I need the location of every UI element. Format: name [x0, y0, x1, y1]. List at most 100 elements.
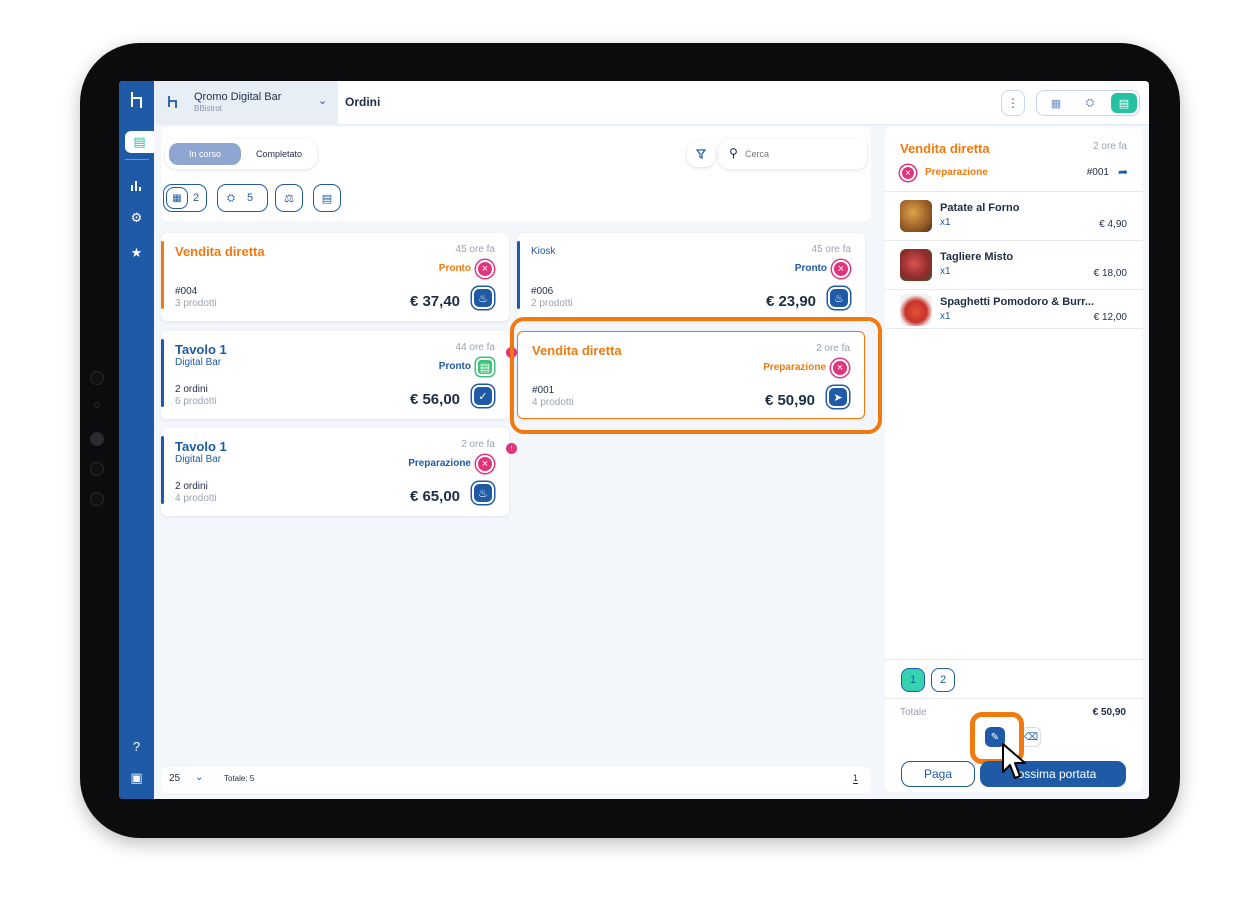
view-book-button[interactable]: ▦: [1043, 93, 1069, 113]
menu-book-icon: ▦: [166, 187, 188, 209]
order-card[interactable]: Tavolo 1 Digital Bar 44 ore fa Pronto ▤ …: [161, 331, 509, 419]
help-icon: ?: [132, 738, 141, 754]
pay-button[interactable]: Paga: [901, 761, 975, 787]
mouse-cursor-icon: [1002, 743, 1026, 779]
status-segment: In corso Completato: [165, 139, 317, 169]
notification-dot: !: [506, 443, 517, 454]
venue-name: Qromo Digital Bar: [194, 91, 282, 103]
bell-action-button[interactable]: ♨: [828, 287, 850, 309]
app-logo-icon: [131, 92, 142, 108]
course-tabs: 1 2: [885, 659, 1143, 699]
sidebar-item-settings[interactable]: ⚙: [123, 207, 150, 229]
item-name: Spaghetti Pomodoro & Burr...: [940, 296, 1095, 308]
order-title: Vendita diretta: [175, 244, 265, 259]
order-price: € 65,00: [409, 488, 460, 505]
receipt-icon[interactable]: ▤: [476, 358, 494, 376]
chip-count: 5: [247, 192, 254, 204]
order-number: #006: [531, 286, 554, 297]
search-box: ⚲: [719, 139, 867, 169]
item-qty: x1: [940, 311, 951, 322]
list-item[interactable]: Spaghetti Pomodoro & Burr... x1 € 12,00: [885, 289, 1143, 329]
orders-icon: ▤: [1118, 97, 1130, 110]
order-price: € 56,00: [409, 391, 460, 408]
cancel-icon[interactable]: ×: [476, 260, 494, 278]
order-source: Kiosk: [531, 246, 556, 257]
order-status: Pronto: [794, 263, 827, 274]
order-status: Pronto: [438, 263, 471, 274]
food-thumbnail: [900, 249, 932, 281]
chip-menu[interactable]: ▦ 2: [163, 184, 207, 212]
tab-in-corso[interactable]: In corso: [169, 143, 241, 165]
sidebar-separator: [125, 159, 149, 160]
tab-completato[interactable]: Completato: [245, 143, 313, 165]
chip-tables[interactable]: ⛭ 5: [217, 184, 268, 212]
order-time: 45 ore fa: [811, 244, 851, 255]
table-icon: ⛭: [1085, 96, 1095, 109]
filter-icon: [696, 149, 706, 159]
bell-action-button[interactable]: ♨: [472, 287, 494, 309]
cancel-icon[interactable]: ×: [476, 455, 494, 473]
search-input[interactable]: [745, 145, 855, 163]
chip-count: 2: [193, 192, 200, 204]
order-time: 45 ore fa: [455, 244, 495, 255]
item-name: Tagliere Misto: [940, 251, 1014, 263]
order-count: 2 ordini: [175, 481, 208, 492]
view-orders-button[interactable]: ▤: [1111, 93, 1137, 113]
list-item[interactable]: Patate al Forno x1 € 4,90: [885, 191, 1143, 240]
thumbs-up-button[interactable]: ✓: [472, 385, 494, 407]
order-card[interactable]: Vendita diretta 45 ore fa Pronto × #004 …: [161, 233, 509, 321]
order-card[interactable]: Tavolo 1 Digital Bar 2 ore fa Preparazio…: [161, 428, 509, 516]
table-icon: ⛭: [227, 192, 235, 204]
book-icon: ▦: [1050, 97, 1062, 110]
order-status: Pronto: [438, 361, 471, 372]
per-page-select[interactable]: 25: [169, 773, 180, 784]
order-card[interactable]: Kiosk 45 ore fa Pronto × #006 2 prodotti…: [517, 233, 865, 321]
cancel-icon[interactable]: ×: [900, 165, 916, 181]
card-accent-bar: [161, 436, 164, 504]
share-icon[interactable]: ➦: [1118, 165, 1128, 179]
chevron-down-icon[interactable]: ⌄: [195, 772, 203, 783]
service-bell-icon: ♨: [478, 487, 488, 500]
order-products: 3 prodotti: [175, 298, 217, 309]
app-screen: ▤ ⚙ ★ ? ▣ Qromo Digital Bar BBistrot ⌄ O…: [119, 81, 1149, 799]
chip-delivery[interactable]: ⚖: [275, 184, 303, 212]
venue-subtitle: BBistrot: [194, 104, 223, 113]
item-price: € 4,90: [1099, 219, 1127, 230]
order-products: 6 prodotti: [175, 396, 217, 407]
settings-icon: ⚙: [130, 210, 143, 225]
sidebar-item-stats[interactable]: [123, 174, 150, 196]
view-table-button[interactable]: ⛭: [1077, 93, 1103, 113]
bell-action-button[interactable]: ♨: [472, 482, 494, 504]
filter-button[interactable]: [687, 141, 715, 167]
card-accent-bar: [517, 241, 520, 309]
cancel-icon[interactable]: ×: [832, 260, 850, 278]
page-link[interactable]: 1: [853, 773, 859, 784]
detail-time: 2 ore fa: [1093, 141, 1127, 152]
service-bell-icon: ♨: [478, 292, 488, 305]
tab-course-1[interactable]: 1: [901, 668, 925, 692]
order-time: 44 ore fa: [455, 342, 495, 353]
order-title: Tavolo 1: [175, 342, 227, 357]
order-source: Digital Bar: [175, 454, 222, 465]
item-price: € 12,00: [1093, 312, 1127, 323]
orders-toolbar: In corso Completato ⚲ ▦ 2 ⛭ 5 ⚖ ▤: [161, 127, 871, 221]
tab-course-2[interactable]: 2: [931, 668, 955, 692]
sidebar-item-orders[interactable]: ▤: [125, 131, 154, 153]
bezel-button: [90, 432, 104, 446]
page-title: Ordini: [345, 95, 381, 109]
view-switcher: ▦ ⛭ ▤: [1036, 90, 1140, 116]
sidebar-item-monitor[interactable]: ▣: [123, 767, 150, 789]
venue-selector[interactable]: Qromo Digital Bar BBistrot ⌄: [154, 81, 338, 125]
order-time: 2 ore fa: [461, 439, 495, 450]
chip-takeaway[interactable]: ▤: [313, 184, 341, 212]
selection-highlight: [510, 317, 882, 434]
sidebar-item-kitchen[interactable]: ★: [123, 242, 150, 264]
total-label: Totale: [900, 707, 927, 718]
orders-icon: ▤: [133, 134, 146, 149]
top-header: Qromo Digital Bar BBistrot ⌄ Ordini ⋮ ▦ …: [154, 81, 1149, 125]
sidebar-item-help[interactable]: ?: [123, 735, 150, 757]
list-item[interactable]: Tagliere Misto x1 € 18,00: [885, 240, 1143, 289]
more-menu-button[interactable]: ⋮: [1001, 90, 1025, 116]
food-thumbnail: [900, 200, 932, 232]
card-accent-bar: [161, 339, 164, 407]
